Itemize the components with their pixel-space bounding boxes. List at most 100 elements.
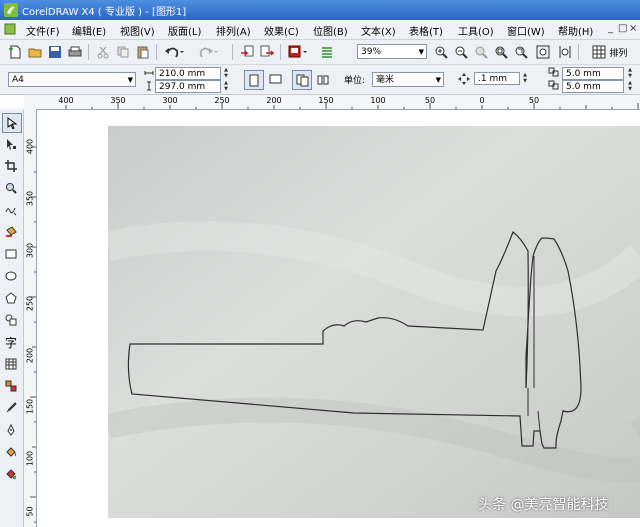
cut-button[interactable] (94, 43, 112, 61)
zoom-selected-icon (475, 46, 488, 59)
freehand-curve-icon (5, 207, 17, 216)
save-button[interactable] (46, 43, 64, 61)
fill-tool[interactable] (2, 443, 20, 461)
paper-size-select[interactable]: A4 ▼ (8, 72, 136, 87)
outline-tool[interactable] (2, 421, 20, 439)
landscape-button[interactable] (266, 70, 284, 88)
horizontal-ruler[interactable]: 400 350 300 250 200 150 100 50 0 50 (36, 95, 640, 110)
page-height-spinner[interactable]: ▲ ▼ (222, 80, 230, 93)
menu-effects[interactable]: 效果(C) (264, 23, 299, 38)
units-value: 毫米 (376, 75, 395, 85)
hruler-label: 350 (110, 96, 126, 105)
arrange-button[interactable]: 排列 (584, 43, 636, 61)
menu-bar: 文件(F) 编辑(E) 视图(V) 版面(L) 排列(A) 效果(C) 位图(B… (0, 20, 640, 40)
portrait-page-icon (249, 74, 259, 86)
page-height-value: 297.0 mm (159, 82, 206, 92)
shape-node-icon (7, 139, 16, 150)
eyedropper-tool[interactable] (2, 399, 20, 417)
title-bar: CorelDRAW X4 ( 专业版 ) - [图形1] (0, 0, 640, 20)
page-width-field[interactable]: 210.0 mm (155, 67, 221, 80)
menu-bitmaps[interactable]: 位图(B) (313, 23, 348, 38)
landscape-page-icon (269, 74, 281, 84)
basic-shapes-tool[interactable] (2, 311, 20, 329)
zoom-page-width-button[interactable] (534, 43, 552, 61)
redo-icon (199, 47, 218, 58)
rectangle-icon (5, 249, 17, 259)
zoom-out-button[interactable] (452, 43, 470, 61)
menu-view[interactable]: 视图(V) (120, 23, 155, 38)
undo-button[interactable] (162, 43, 186, 61)
import-icon (241, 45, 254, 57)
text-tool[interactable]: 字 (2, 333, 20, 351)
toolbar-separator (280, 44, 281, 60)
duplicate-x-spinner[interactable]: ▲ ▼ (626, 67, 634, 80)
standard-toolbar: 39% ▼ 排列 (0, 40, 640, 65)
menu-help[interactable]: 帮助(H) (558, 23, 593, 38)
menu-layout[interactable]: 版面(L) (168, 23, 201, 38)
zoom-level-select[interactable]: 39% ▼ (357, 44, 427, 59)
shape-tool[interactable] (2, 135, 20, 153)
redo-button[interactable] (196, 43, 220, 61)
close-doc-button[interactable]: × (629, 23, 637, 34)
zoom-page-height-button[interactable] (556, 43, 574, 61)
new-button[interactable] (6, 43, 24, 61)
units-select[interactable]: 毫米 ▼ (372, 72, 444, 87)
all-pages-button[interactable] (292, 70, 312, 90)
table-icon (5, 358, 17, 370)
smart-fill-tool[interactable] (2, 223, 20, 241)
menu-tools[interactable]: 工具(O) (458, 23, 494, 38)
ellipse-tool[interactable] (2, 267, 20, 285)
imported-photo-caliper-sketch[interactable] (108, 126, 640, 518)
chevron-down-icon: ▼ (435, 76, 441, 84)
menu-arrange[interactable]: 排列(A) (216, 23, 251, 38)
hruler-label: 150 (318, 96, 334, 105)
page-width-spinner[interactable]: ▲ ▼ (222, 67, 230, 80)
freehand-tool[interactable] (2, 201, 20, 219)
duplicate-distance-y-field[interactable]: 5.0 mm (562, 80, 624, 93)
minimize-doc-button[interactable]: _ (608, 23, 613, 34)
page-height-field[interactable]: 297.0 mm (155, 80, 221, 93)
menu-text[interactable]: 文本(X) (361, 23, 396, 38)
zoom-in-button[interactable] (432, 43, 450, 61)
welcome-screen-button[interactable] (318, 43, 336, 61)
application-launcher-button[interactable] (286, 43, 310, 61)
magnifier-icon (6, 183, 17, 194)
pick-tool[interactable] (2, 113, 22, 133)
copy-icon (117, 46, 129, 58)
import-button[interactable] (238, 43, 256, 61)
paste-button[interactable] (134, 43, 152, 61)
duplicate-y-spinner[interactable]: ▲ ▼ (626, 80, 634, 93)
table-tool[interactable] (2, 355, 20, 373)
vertical-ruler[interactable]: 400 350 300 250 200 150 100 50 (24, 109, 37, 527)
nudge-distance-field[interactable]: .1 mm (474, 72, 520, 85)
vruler-label: 350 (25, 190, 35, 207)
paste-icon (137, 46, 149, 59)
menu-edit[interactable]: 编辑(E) (72, 23, 106, 38)
toolbar-separator (88, 44, 89, 60)
nudge-distance-spinner[interactable]: ▲ ▼ (521, 72, 529, 85)
export-button[interactable] (258, 43, 276, 61)
menu-file[interactable]: 文件(F) (26, 23, 60, 38)
menu-window[interactable]: 窗口(W) (507, 23, 545, 38)
duplicate-distance-x-field[interactable]: 5.0 mm (562, 67, 624, 80)
crop-tool[interactable] (2, 157, 20, 175)
ellipse-icon (5, 271, 17, 281)
current-page-button[interactable] (314, 70, 332, 88)
duplicate-y-icon (548, 80, 559, 90)
zoom-selected-button[interactable] (472, 43, 490, 61)
interactive-blend-tool[interactable] (2, 377, 20, 395)
print-button[interactable] (66, 43, 84, 61)
zoom-page-button[interactable] (512, 43, 530, 61)
rectangle-tool[interactable] (2, 245, 20, 263)
zoom-all-objects-button[interactable] (492, 43, 510, 61)
menu-table[interactable]: 表格(T) (409, 23, 443, 38)
portrait-button[interactable] (244, 70, 264, 90)
interactive-fill-tool[interactable] (2, 465, 20, 483)
hruler-label: 50 (528, 96, 540, 105)
open-button[interactable] (26, 43, 44, 61)
copy-button[interactable] (114, 43, 132, 61)
restore-doc-button[interactable]: □ (618, 23, 627, 34)
zoom-tool[interactable] (2, 179, 20, 197)
basic-shapes-icon (5, 314, 17, 326)
polygon-tool[interactable] (2, 289, 20, 307)
